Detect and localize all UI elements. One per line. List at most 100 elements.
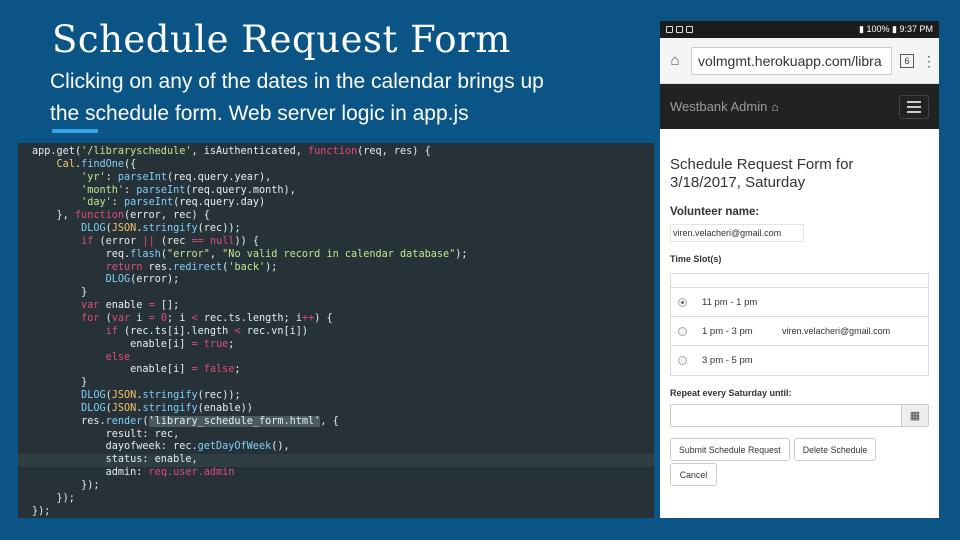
time-slot-radio[interactable]: [678, 326, 687, 336]
code-token: else: [105, 351, 131, 363]
code-line: DLOG(error);: [18, 274, 654, 287]
url-field[interactable]: volmgmt.herokuapp.com/libra: [691, 46, 892, 75]
navbar-brand[interactable]: Westbank Admin ⌂: [670, 99, 779, 114]
code-token: (error: [93, 235, 143, 247]
tab-count-icon[interactable]: 6: [900, 53, 914, 68]
code-token: (rec.ts[i].length: [117, 325, 235, 337]
code-token: return: [105, 261, 143, 273]
code-line: res.render('library_schedule_form.html',…: [18, 415, 654, 429]
code-token: DLOG: [81, 223, 106, 235]
code-line: });: [18, 506, 654, 518]
delete-schedule-button[interactable]: Delete Schedule: [793, 438, 877, 461]
home-icon: ⌂: [771, 99, 779, 114]
code-token: stringify: [142, 390, 198, 402]
home-icon[interactable]: ⌂: [667, 52, 683, 69]
code-token: :: [105, 171, 118, 183]
code-line: admin: req.user.admin: [18, 467, 654, 480]
code-token: (req.query.month),: [185, 184, 296, 196]
code-token: (error, rec) {: [124, 210, 210, 222]
volunteer-label: Volunteer name:: [670, 206, 760, 218]
form-title-line1: Schedule Request Form for: [670, 156, 854, 173]
code-token: .get(: [50, 146, 82, 157]
code-token: (req.query.year),: [166, 171, 272, 183]
code-token: DLOG: [81, 402, 106, 414]
code-token: if: [81, 235, 94, 247]
code-line: 'day': parseInt(req.query.day): [18, 197, 654, 210]
code-token: redirect: [173, 261, 223, 273]
code-token: (error);: [130, 274, 180, 286]
code-line: var enable = [];: [18, 300, 654, 313]
repeat-until-input[interactable]: [671, 405, 901, 426]
code-token: }: [32, 287, 88, 299]
time-slot-time: 1 pm - 3 pm: [702, 325, 753, 337]
code-token: ;: [228, 338, 235, 350]
code-token: enable[i]: [32, 338, 192, 350]
submit-schedule-button[interactable]: Submit Schedule Request: [670, 438, 790, 461]
code-line: }, function(error, rec) {: [18, 210, 654, 223]
code-line: for (var i = 0; i < rec.ts.length; i++) …: [18, 313, 654, 326]
time-slot-radio[interactable]: [678, 297, 687, 307]
time-slot-time: 11 pm - 1 pm: [702, 296, 758, 308]
code-token: res.: [32, 415, 106, 427]
code-token: 'back': [228, 261, 266, 273]
code-token: )) {: [234, 235, 260, 247]
time-slot-row[interactable]: 11 pm - 1 pm: [671, 288, 928, 317]
code-token: (rec));: [197, 223, 241, 235]
cancel-button[interactable]: Cancel: [670, 463, 717, 486]
code-line: if (rec.ts[i].length < rec.vn[i]): [18, 326, 654, 339]
more-options-icon[interactable]: ⋮: [922, 54, 936, 68]
status-bar: ▮ 100% ▮ 9:37 PM: [660, 21, 939, 38]
time-slot-radio[interactable]: [678, 356, 687, 365]
code-token: 'month': [81, 184, 125, 196]
code-token: result: rec,: [32, 428, 180, 440]
code-token: JSON: [111, 402, 137, 414]
code-token: [];: [154, 300, 180, 312]
code-token: 'library_schedule_form.html': [148, 415, 321, 427]
volunteer-field[interactable]: viren.velacheri@gmail.com: [670, 224, 804, 242]
calendar-icon[interactable]: ▦: [901, 405, 928, 426]
code-token: ||: [142, 235, 155, 247]
code-token: function: [74, 210, 125, 222]
code-line: enable[i] = true;: [18, 339, 654, 352]
code-token: (rec));: [197, 390, 241, 402]
code-token: (rec: [154, 235, 192, 247]
code-token: 'yr': [81, 171, 106, 183]
code-token: "error": [166, 248, 210, 260]
code-token: dayofweek: rec.: [32, 441, 198, 453]
code-line: if (error || (rec == null)) {: [18, 236, 654, 249]
code-line: });: [18, 493, 654, 506]
code-token: parseInt: [117, 171, 167, 183]
time-slot-row[interactable]: 3 pm - 5 pm: [671, 346, 928, 375]
code-token: DLOG: [81, 390, 106, 402]
code-line: enable[i] = false;: [18, 364, 654, 377]
code-token: (: [142, 415, 149, 427]
code-token: stringify: [142, 223, 198, 235]
code-token: parseInt: [136, 184, 186, 196]
time-slot-volunteer: viren.velacheri@gmail.com: [782, 326, 891, 336]
menu-toggle-button[interactable]: [899, 94, 929, 119]
code-token: stringify: [142, 402, 198, 414]
time-slot-row[interactable]: 1 pm - 3 pm viren.velacheri@gmail.com: [671, 317, 928, 346]
form-title: Schedule Request Form for 3/18/2017, Sat…: [670, 156, 929, 192]
slide-subtitle-line2: the schedule form. Web server logic in a…: [50, 102, 469, 125]
code-line: DLOG(JSON.stringify(enable)): [18, 403, 654, 416]
code-token: 'day': [81, 197, 112, 209]
code-line: });: [18, 480, 654, 493]
code-token: });: [32, 479, 100, 491]
code-token: parseInt: [124, 197, 174, 209]
code-token: for: [81, 312, 100, 324]
code-line: req.flash("error", "No valid record in c…: [18, 249, 654, 262]
code-token: if: [105, 325, 118, 337]
code-token: rec.ts.length; i: [197, 312, 302, 324]
code-token: false: [203, 364, 235, 376]
code-line: return res.redirect('back');: [18, 262, 654, 275]
code-line: DLOG(JSON.stringify(rec));: [18, 390, 654, 403]
notification-icons: [666, 26, 693, 33]
code-token: var: [111, 312, 131, 324]
